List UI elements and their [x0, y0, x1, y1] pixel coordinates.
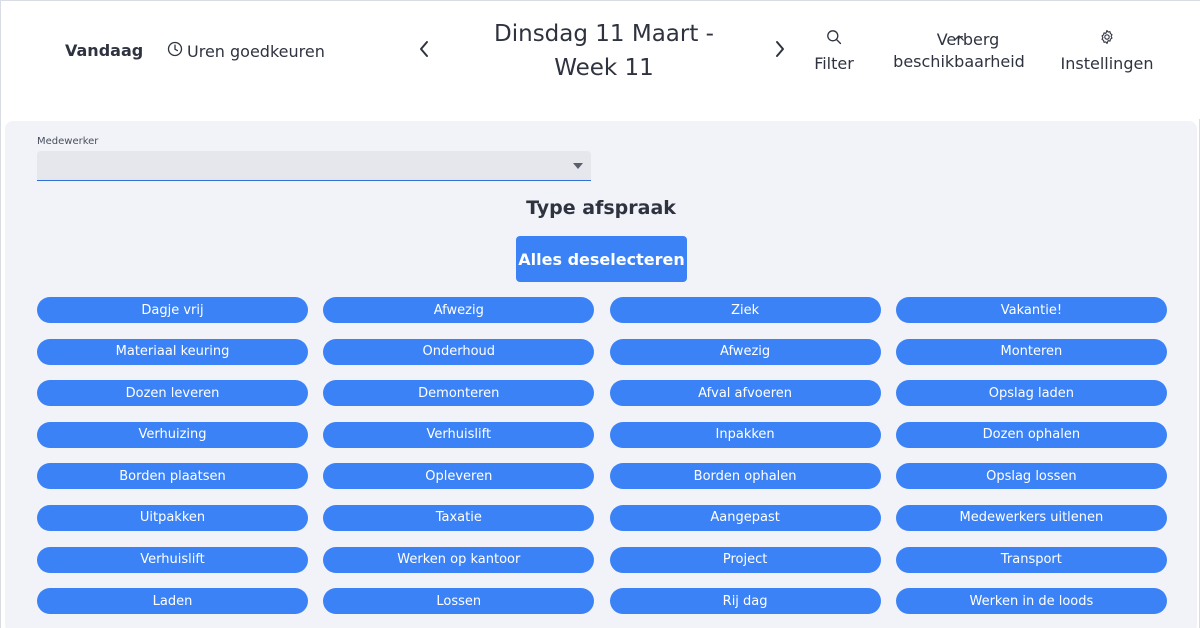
appointment-type-grid: Dagje vrij Afwezig Ziek Vakantie! Materiaal … [37, 297, 1167, 615]
appointment-type-button[interactable]: Dozen leveren [37, 380, 308, 407]
deselect-all-button[interactable]: Alles deselecteren [516, 236, 687, 282]
appointment-type-button[interactable]: Inpakken [609, 421, 881, 448]
appointment-type-button[interactable]: Afval afvoeren [609, 380, 881, 407]
appointment-type-button[interactable]: Borden ophalen [609, 463, 881, 490]
appointment-type-button[interactable]: Medewerkers uitlenen [895, 504, 1167, 531]
filter-button[interactable]: Filter [809, 29, 859, 75]
appointment-type-button[interactable]: Onderhoud [323, 338, 595, 365]
previous-day-button[interactable] [413, 39, 435, 63]
approve-hours-button[interactable]: Uren goedkeuren [167, 41, 325, 61]
top-toolbar: Vandaag Uren goedkeuren Dinsdag 11 Maart… [1, 1, 1200, 119]
hide-availability-label: Verberg beschikbaarheid [893, 30, 1025, 71]
settings-button[interactable]: Instellingen [1061, 29, 1153, 75]
search-icon [826, 29, 842, 53]
appointment-type-button[interactable]: Project [609, 546, 881, 573]
appointment-type-button[interactable]: Transport [895, 546, 1167, 573]
appointment-type-button[interactable]: Verhuislift [37, 546, 308, 573]
appointment-type-button[interactable]: Aangepast [609, 504, 881, 531]
chevron-right-icon [774, 40, 786, 62]
appointment-type-button[interactable]: Rij dag [609, 588, 881, 615]
appointment-type-button[interactable]: Vakantie! [895, 297, 1167, 323]
gear-icon [1099, 29, 1115, 53]
appointment-type-button[interactable]: Taxatie [323, 504, 595, 531]
appointment-type-button[interactable]: Afwezig [609, 338, 881, 365]
appointment-type-button[interactable]: Opslag laden [895, 380, 1167, 407]
appointment-type-button[interactable]: Laden [37, 588, 308, 615]
appointment-type-button[interactable]: Dozen ophalen [895, 421, 1167, 448]
appointment-type-button[interactable]: Ziek [609, 297, 881, 323]
clock-icon [167, 41, 183, 61]
appointment-type-button[interactable]: Lossen [323, 588, 595, 615]
appointment-type-button[interactable]: Dagje vrij [37, 297, 308, 323]
today-button[interactable]: Vandaag [65, 41, 143, 60]
appointment-type-button[interactable]: Verhuislift [323, 421, 595, 448]
approve-hours-label: Uren goedkeuren [187, 41, 325, 61]
caret-down-icon [573, 163, 583, 169]
hide-availability-button[interactable]: Verberg beschikbaarheid [893, 29, 1025, 73]
appointment-type-button[interactable]: Werken in de loods [895, 588, 1167, 615]
settings-label: Instellingen [1060, 54, 1154, 73]
appointment-type-button[interactable]: Opslag lossen [895, 463, 1167, 490]
appointment-type-button[interactable]: Uitpakken [37, 504, 308, 531]
employee-field-label: Medewerker [37, 136, 99, 147]
appointment-type-button[interactable]: Monteren [895, 338, 1167, 365]
employee-select[interactable] [37, 151, 591, 181]
next-day-button[interactable] [769, 39, 791, 63]
appointment-type-title: Type afspraak [526, 197, 676, 219]
chevron-left-icon [418, 40, 430, 62]
appointment-type-button[interactable]: Verhuizing [37, 421, 308, 448]
current-date-title: Dinsdag 11 Maart - Week 11 [494, 21, 714, 81]
appointment-type-button[interactable]: Opleveren [323, 463, 595, 490]
appointment-type-button[interactable]: Materiaal keuring [37, 338, 308, 365]
appointment-type-button[interactable]: Borden plaatsen [37, 463, 308, 490]
appointment-type-button[interactable]: Werken op kantoor [323, 546, 595, 573]
appointment-type-button[interactable]: Afwezig [323, 297, 595, 323]
filter-label: Filter [814, 54, 854, 73]
appointment-type-button[interactable]: Demonteren [323, 380, 595, 407]
